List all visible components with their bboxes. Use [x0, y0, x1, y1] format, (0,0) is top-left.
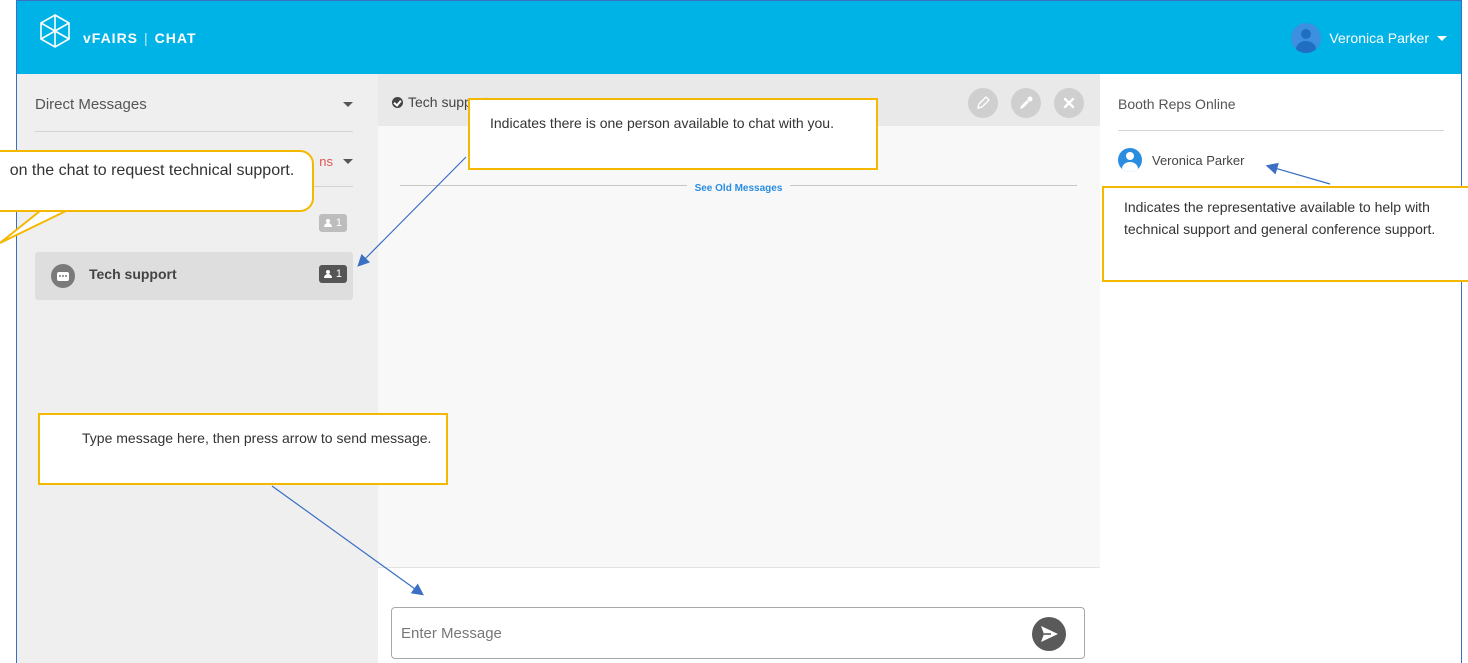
close-icon	[1063, 97, 1075, 109]
member-count: 1	[335, 217, 342, 229]
brand-separator: |	[144, 30, 149, 46]
chevron-down-icon	[1437, 35, 1447, 41]
brand-title: vFAIRS | CHAT	[83, 30, 197, 46]
annotation-bottom: Type message here, then press arrow to s…	[38, 413, 448, 485]
message-input[interactable]	[401, 622, 1001, 644]
brand-section: CHAT	[154, 30, 197, 46]
sidebar-divider	[35, 131, 353, 132]
annotation-left: on the chat to request technical support…	[0, 150, 314, 212]
chat-bubble-icon	[51, 264, 75, 288]
chevron-down-icon	[343, 158, 353, 164]
user-avatar	[1291, 23, 1322, 53]
check-circle-icon	[392, 96, 403, 108]
rep-item[interactable]: Veronica Parker	[1118, 148, 1245, 172]
reps-divider	[1118, 130, 1444, 131]
member-count-badge: 1	[318, 214, 347, 232]
rooms-label: ns	[319, 153, 333, 169]
booth-reps-title: Booth Reps Online	[1118, 96, 1236, 112]
annotation-right: Indicates the representative available t…	[1102, 186, 1468, 282]
send-button[interactable]	[1032, 617, 1066, 651]
eyedropper-icon	[1020, 96, 1033, 109]
user-menu[interactable]: Veronica Parker	[1291, 23, 1447, 53]
user-avatar-icon	[1118, 148, 1142, 172]
member-count-badge: 1	[318, 265, 347, 283]
edit-button[interactable]	[968, 88, 998, 118]
member-count: 1	[335, 268, 342, 280]
vfairs-logo-icon	[40, 14, 70, 48]
brand-name: vFAIRS	[83, 30, 139, 46]
chevron-down-icon	[343, 101, 353, 107]
rep-name: Veronica Parker	[1152, 152, 1245, 168]
user-name: Veronica Parker	[1329, 30, 1429, 46]
message-composer	[391, 607, 1085, 659]
see-old-messages: See Old Messages	[400, 178, 1077, 194]
direct-messages-label: Direct Messages	[35, 95, 147, 113]
direct-messages-toggle[interactable]: Direct Messages	[35, 94, 353, 114]
booth-reps-panel: Booth Reps Online Veronica Parker	[1100, 74, 1461, 663]
close-button[interactable]	[1054, 88, 1084, 118]
person-icon	[323, 219, 332, 227]
annotation-top: Indicates there is one person available …	[468, 98, 878, 170]
see-old-messages-link[interactable]: See Old Messages	[686, 183, 791, 194]
send-arrow-icon	[1041, 626, 1058, 642]
top-bar: vFAIRS | CHAT Veronica Parker	[17, 1, 1461, 74]
person-icon	[323, 270, 332, 278]
room-item-tech-support[interactable]: Tech support 1	[35, 252, 353, 300]
pencil-icon	[977, 96, 990, 109]
eyedropper-button[interactable]	[1011, 88, 1041, 118]
room-name: Tech support	[89, 266, 177, 282]
